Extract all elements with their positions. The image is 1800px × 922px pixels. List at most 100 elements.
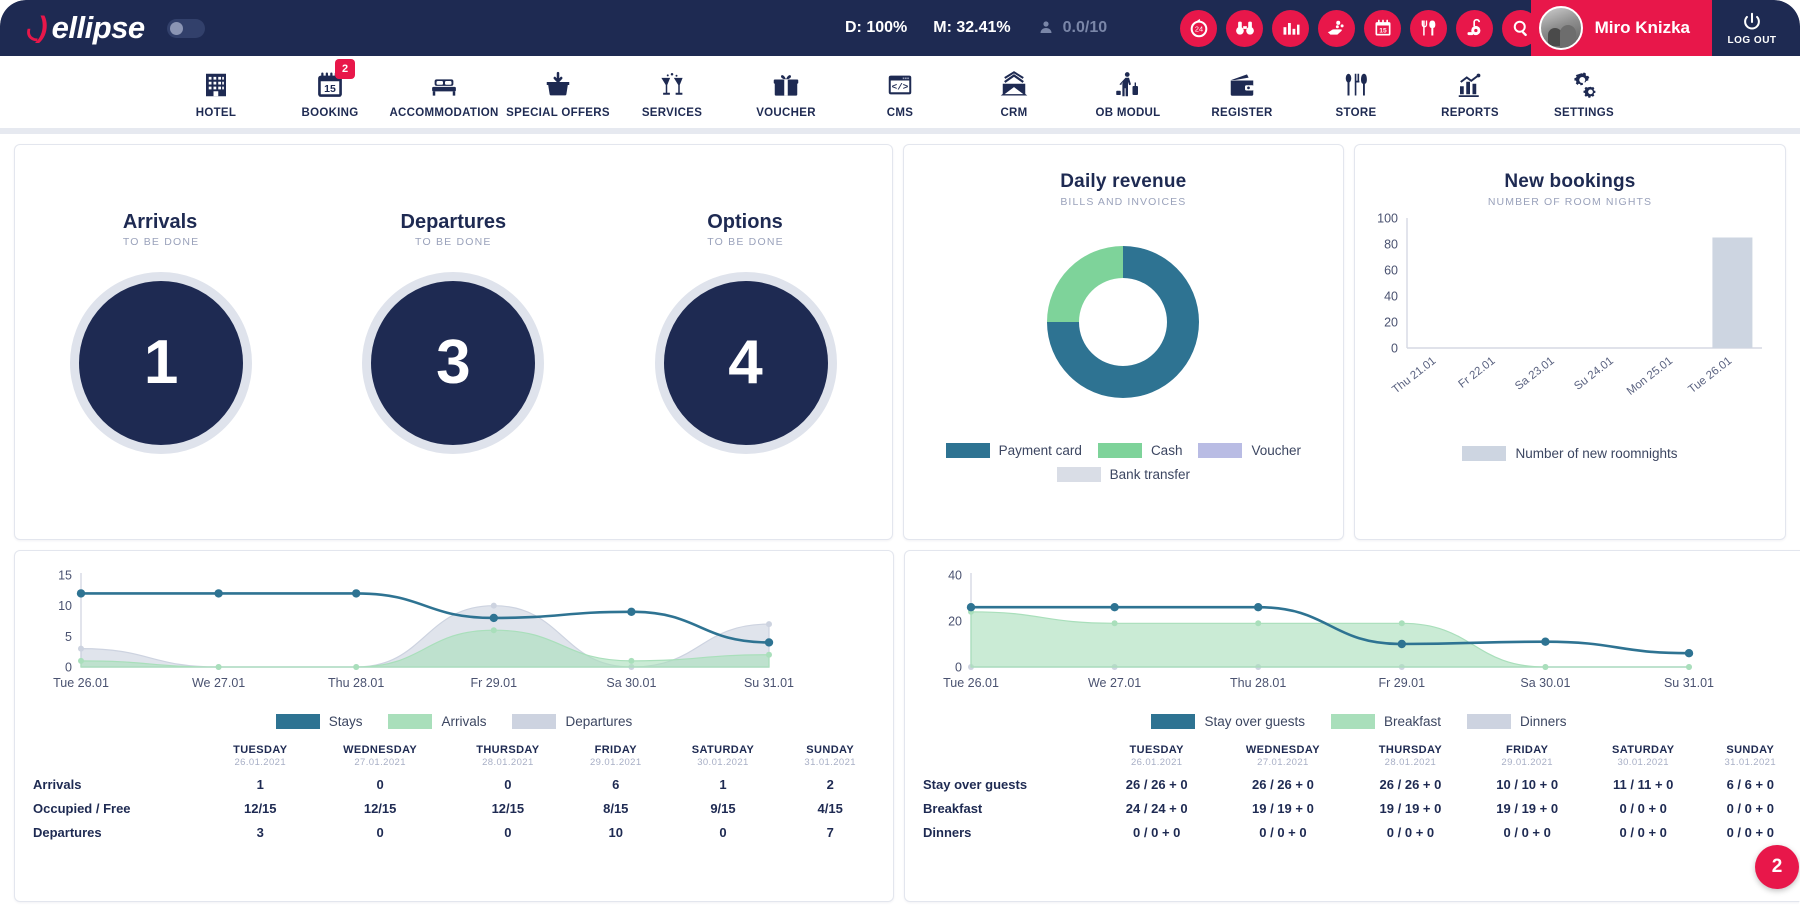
- daily-revenue-donut[interactable]: [1023, 222, 1223, 427]
- y-axis-tick: 0: [65, 661, 72, 675]
- guest-rating: 0.0/10: [1037, 19, 1107, 37]
- y-axis-tick: 15: [58, 569, 72, 583]
- legend-swatch: [1056, 467, 1101, 482]
- donut-slice-cash[interactable]: [1047, 246, 1124, 322]
- legend-item: Voucher: [1198, 443, 1301, 458]
- data-point[interactable]: [1684, 649, 1694, 658]
- nav-item-reports[interactable]: REPORTS: [1413, 66, 1527, 119]
- calendar-icon[interactable]: 15: [1364, 9, 1401, 47]
- data-point[interactable]: [1686, 664, 1692, 670]
- legend-swatch: [275, 714, 320, 729]
- data-point[interactable]: [766, 651, 772, 658]
- data-point[interactable]: [628, 657, 635, 664]
- data-point[interactable]: [1255, 620, 1262, 627]
- data-point[interactable]: [764, 638, 774, 647]
- logout-button[interactable]: LOG OUT: [1720, 0, 1784, 56]
- y-axis-tick: 80: [1384, 238, 1398, 252]
- y-axis-tick: 0: [1391, 342, 1398, 356]
- table-day-date: 29.01.2021: [1501, 757, 1553, 768]
- nav-item-services[interactable]: SERVICES: [615, 66, 729, 119]
- monthly-occupancy-status: M: 32.41%: [933, 19, 1011, 36]
- 24h-clock-icon[interactable]: 24: [1180, 9, 1217, 47]
- table-cell: 12/15: [243, 801, 277, 816]
- data-point[interactable]: [490, 627, 497, 634]
- table-row-label: Breakfast: [923, 801, 983, 816]
- series-line-stays[interactable]: [81, 592, 770, 644]
- data-point[interactable]: [78, 657, 84, 664]
- table-day-date: 31.01.2021: [804, 757, 856, 768]
- data-point[interactable]: [1398, 620, 1405, 627]
- x-axis-tick: Sa 23.01: [1513, 355, 1557, 393]
- table-day-date: 26.01.2021: [234, 757, 287, 768]
- notification-badge[interactable]: 2: [1755, 845, 1799, 889]
- legend-item: Arrivals: [388, 714, 486, 729]
- binoculars-icon[interactable]: [1226, 9, 1263, 47]
- data-point[interactable]: [214, 589, 223, 598]
- data-point[interactable]: [215, 664, 222, 670]
- table-row: Departures 3 0 0 10 0 7: [29, 819, 879, 843]
- nav-item-settings[interactable]: SETTINGS: [1527, 66, 1641, 119]
- sidebar-toggle[interactable]: [166, 18, 205, 38]
- data-point[interactable]: [490, 602, 497, 609]
- kpi-arrivals[interactable]: Arrivals TO BE DONE 1: [70, 210, 253, 474]
- table-corner: [29, 741, 209, 771]
- table-day-header: SATURDAY 30.01.2021: [1585, 741, 1702, 771]
- kpi-options[interactable]: Options TO BE DONE 4: [654, 211, 837, 474]
- housekeeping-icon[interactable]: [1318, 9, 1355, 47]
- x-axis-tick: Sa 30.01: [606, 676, 656, 690]
- series-area-breakfast[interactable]: [970, 611, 1689, 668]
- occupancy-chart[interactable]: 0 5 10 15 Tue 26.01 We 27.01 Thu 28.01 Fr 29.01…: [29, 563, 879, 708]
- legend-swatch: [1198, 443, 1243, 458]
- table-row: Breakfast 24 / 24 + 0 19 / 19 + 0 19 / 19 +…: [919, 795, 1799, 819]
- nav-item-hotel[interactable]: HOTEL: [159, 66, 273, 119]
- nav-item-booking[interactable]: 15 BOOKING 2: [273, 58, 387, 119]
- nav-item-ob-modul[interactable]: OB MODUL: [1071, 66, 1185, 119]
- nav-item-voucher[interactable]: VOUCHER: [729, 66, 843, 119]
- nav-item-special-offers[interactable]: SPECIAL OFFERS: [501, 66, 615, 119]
- brand-logo[interactable]: ◟) ellipse: [26, 10, 145, 46]
- guest-services-legend: Stay over guests Breakfast Dinners: [919, 714, 1799, 729]
- data-point[interactable]: [766, 621, 772, 628]
- table-day-header: FRIDAY 29.01.2021: [567, 741, 665, 771]
- y-axis-tick: 20: [1384, 316, 1398, 330]
- table-cell: 26 / 26 + 0: [1125, 777, 1188, 792]
- user-profile[interactable]: Miro Knizka: [1530, 0, 1712, 56]
- data-point[interactable]: [353, 664, 360, 670]
- y-axis-tick: 20: [948, 615, 962, 629]
- data-point[interactable]: [489, 613, 498, 623]
- table-day-date: 28.01.2021: [1384, 757, 1437, 768]
- kpi-title: Arrivals: [122, 210, 198, 233]
- quick-actions: 24 15: [1180, 0, 1539, 56]
- nav-item-accommodation[interactable]: ACCOMMODATION: [387, 66, 501, 119]
- new-bookings-chart[interactable]: 0 20 40 60 80 100 Thu 21.01 Fr 22.01 Sa 23.01 Su …: [1355, 208, 1785, 428]
- nav-item-crm[interactable]: CRM: [957, 66, 1071, 119]
- x-axis-tick: Su 24.01: [1572, 355, 1616, 393]
- legend-label: Cash: [1150, 443, 1183, 458]
- data-point[interactable]: [352, 589, 361, 598]
- data-point[interactable]: [1541, 637, 1550, 646]
- data-point[interactable]: [78, 645, 84, 652]
- data-point[interactable]: [76, 589, 86, 598]
- bar-chart-icon[interactable]: [1272, 9, 1309, 47]
- data-point[interactable]: [1254, 603, 1263, 612]
- table-day-date: 27.01.2021: [1257, 757, 1309, 768]
- restaurant-icon[interactable]: [1410, 9, 1447, 47]
- kpi-departures[interactable]: Departures TO BE DONE 3: [362, 211, 545, 474]
- vacuum-icon[interactable]: [1456, 9, 1493, 47]
- guest-services-chart[interactable]: 0 20 40 Tue 26.01 We 27.01 Thu 28.01 Fr 29.01 S…: [919, 563, 1799, 708]
- y-axis-tick: 40: [1384, 290, 1398, 304]
- data-point[interactable]: [627, 607, 636, 616]
- nav-item-cms[interactable]: </> CMS: [843, 66, 957, 119]
- table-day-header: FRIDAY 29.01.2021: [1469, 741, 1584, 771]
- bar[interactable]: [1712, 237, 1753, 349]
- table-cell: 0 / 0 + 0: [1503, 825, 1551, 840]
- table-row-label: Arrivals: [33, 777, 82, 792]
- data-point[interactable]: [1397, 639, 1406, 649]
- data-point[interactable]: [966, 603, 976, 612]
- data-point[interactable]: [1542, 664, 1549, 670]
- nav-item-register[interactable]: REGISTER: [1185, 66, 1299, 119]
- data-point[interactable]: [1110, 603, 1119, 612]
- data-point[interactable]: [1111, 620, 1118, 627]
- nav-item-store[interactable]: STORE: [1299, 66, 1413, 119]
- legend-item: Breakfast: [1331, 714, 1441, 729]
